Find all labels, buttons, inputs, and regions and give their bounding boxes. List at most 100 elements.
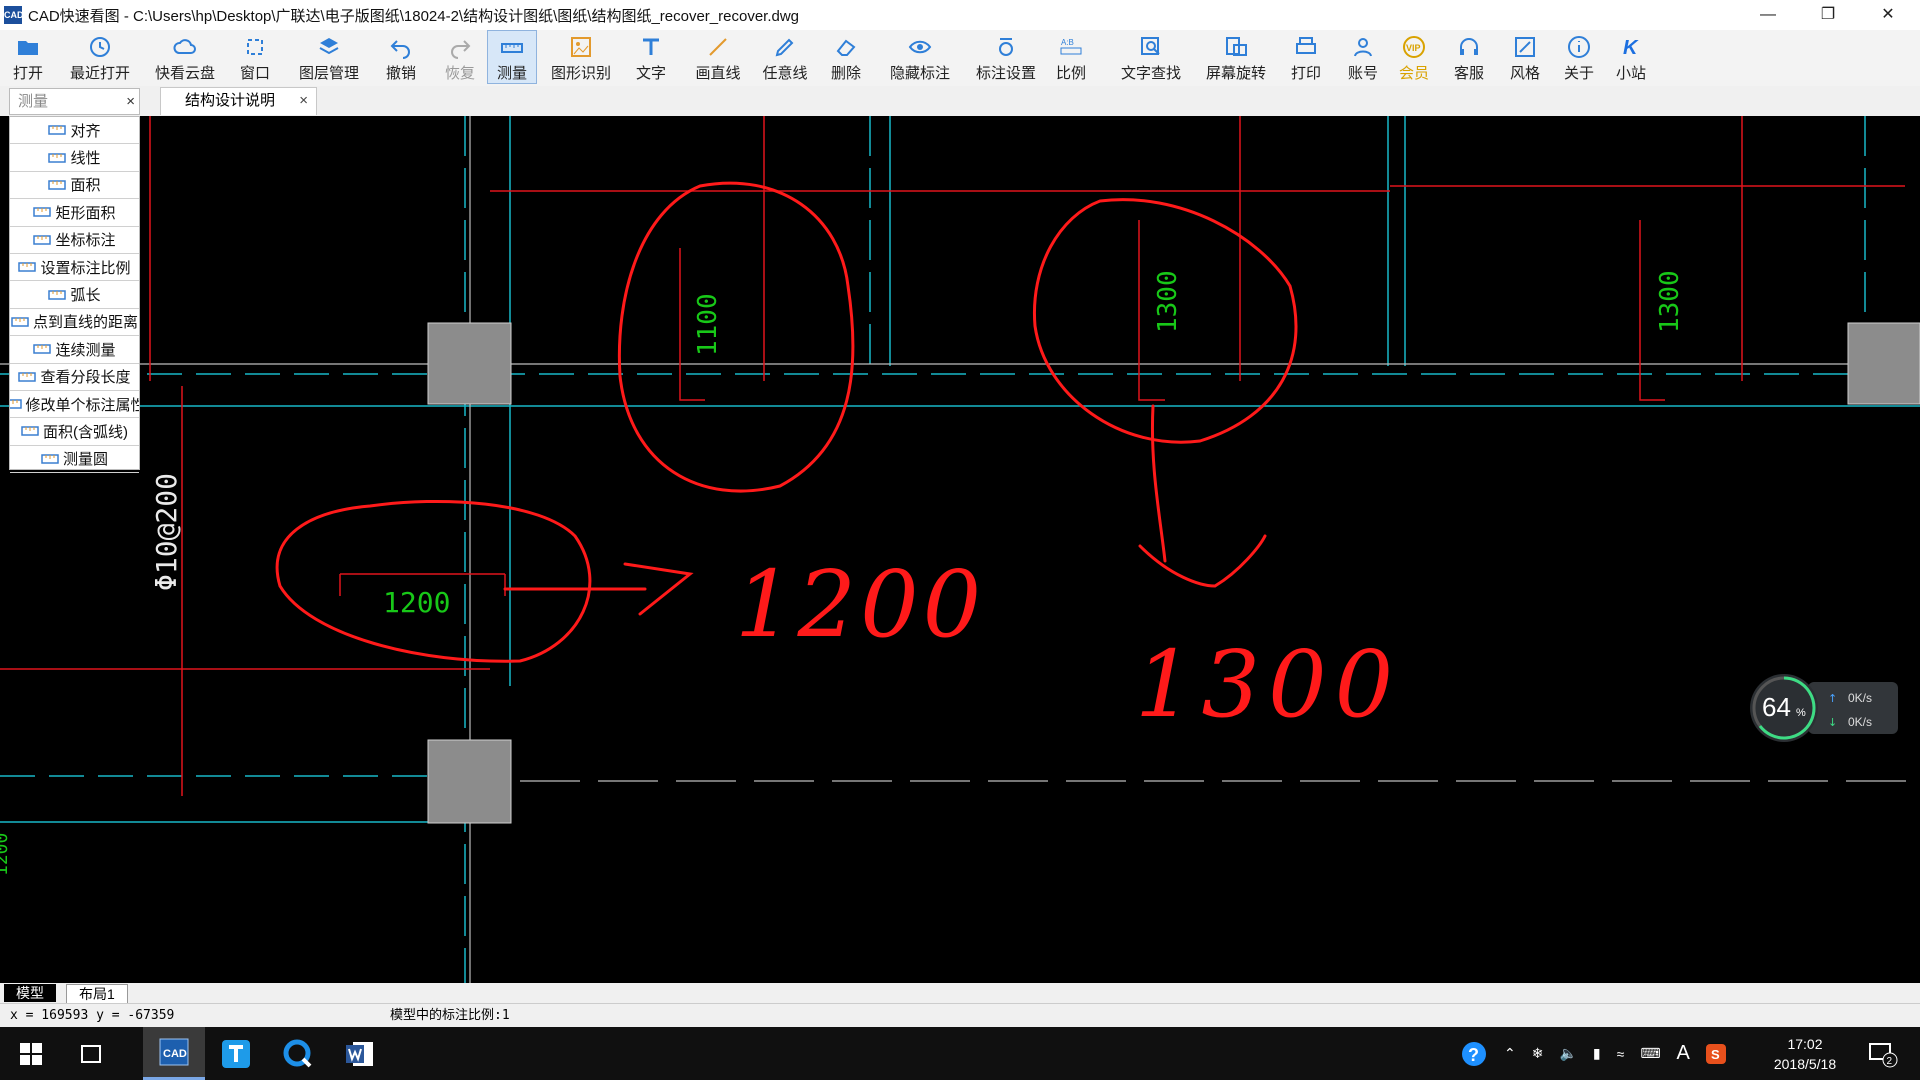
ime-indicator[interactable]: A: [1677, 1042, 1690, 1065]
toolbar-button-23[interactable]: 关于: [1555, 30, 1603, 84]
markup-arrow-right: [503, 562, 694, 616]
dim-text[interactable]: 1300: [1153, 270, 1183, 333]
layers-icon: [317, 34, 341, 60]
toolbar-button-6[interactable]: 恢复: [435, 30, 485, 84]
restore-button[interactable]: ❐: [1804, 0, 1852, 30]
minimize-button[interactable]: —: [1744, 0, 1792, 30]
user-icon: [1351, 34, 1375, 60]
measure-menu-item-7[interactable]: 点到直线的距离: [10, 309, 139, 337]
action-center-button[interactable]: 2: [1868, 1027, 1898, 1080]
measure-menu-label: 对齐: [70, 122, 101, 140]
toolbar-button-4[interactable]: 图层管理: [285, 30, 373, 84]
toolbar-label: 图形识别: [550, 65, 611, 82]
task-view-button[interactable]: [60, 1027, 122, 1080]
toolbar-button-5[interactable]: 撤销: [375, 30, 427, 84]
volume-icon[interactable]: 🔈: [1559, 1045, 1576, 1062]
toolbar-button-22[interactable]: 风格: [1500, 30, 1550, 84]
keyboard-icon[interactable]: ⌨: [1640, 1045, 1660, 1062]
help-icon[interactable]: ?: [1460, 1040, 1488, 1068]
measure-menu-item-1[interactable]: 线性: [10, 144, 139, 172]
battery-icon[interactable]: ▮: [1593, 1045, 1601, 1062]
toolbar-button-18[interactable]: 打印: [1280, 30, 1332, 84]
measure-menu-item-8[interactable]: 连续测量: [10, 336, 139, 364]
measure-menu-item-5[interactable]: 设置标注比例: [10, 254, 139, 282]
toolbar-label: 恢复: [444, 65, 475, 82]
measure-menu-label: 矩形面积: [55, 204, 116, 222]
sogou-icon[interactable]: S: [1705, 1043, 1726, 1064]
toolbar-label: 删除: [830, 65, 861, 82]
toolbar-label: 撤销: [385, 65, 416, 82]
measure-menu-item-3[interactable]: 矩形面积: [10, 199, 139, 227]
svg-text:A:B: A:B: [1061, 38, 1074, 47]
toolbar-button-8[interactable]: 图形识别: [542, 30, 620, 84]
toolbar-label: 标注设置: [975, 65, 1036, 82]
toolbar-button-1[interactable]: 最近打开: [62, 30, 138, 84]
toolbar-label: 任意线: [762, 65, 808, 82]
measure-menu-item-6[interactable]: 弧长: [10, 281, 139, 309]
handwritten-1300: 1300: [1135, 631, 1401, 738]
download-arrow-icon: ↓: [1828, 716, 1837, 729]
tab-model[interactable]: 模型: [4, 984, 56, 1002]
toolbar-label: 会员: [1398, 65, 1429, 82]
toolbar-label: 打印: [1290, 65, 1321, 82]
toolbar-button-10[interactable]: 画直线: [685, 30, 751, 84]
measure-menu-item-0[interactable]: 对齐: [10, 117, 139, 145]
toolbar-button-11[interactable]: 任意线: [755, 30, 815, 84]
layout-tabs: 模型 布局1: [0, 983, 1920, 1004]
tab-close-icon[interactable]: ×: [299, 88, 308, 114]
dim-text[interactable]: 1300: [1655, 270, 1685, 333]
measure-menu-label: 面积(含弧线): [43, 423, 128, 441]
rebar-label[interactable]: Φ10@200: [150, 473, 183, 591]
dim-text[interactable]: 1100: [693, 293, 723, 356]
taskbar-text-app[interactable]: [205, 1027, 267, 1080]
handwritten-1200: 1200: [735, 551, 985, 658]
toolbar-button-24[interactable]: K 小站: [1608, 30, 1654, 84]
toolbar-label: 文字: [635, 65, 666, 82]
taskbar-word-app[interactable]: [329, 1027, 391, 1080]
clock[interactable]: 17:02 2018/5/18: [1760, 1027, 1850, 1080]
snowflake-icon[interactable]: ❄: [1532, 1045, 1544, 1062]
measure-menu-item-11[interactable]: 面积(含弧线): [10, 418, 139, 446]
toolbar-button-14[interactable]: 标注设置: [965, 30, 1047, 84]
wifi-icon[interactable]: ≈: [1617, 1046, 1625, 1062]
measure-menu-item-4[interactable]: 坐标标注: [10, 227, 139, 254]
drawing-canvas[interactable]: 1100 1300 1300 1200 1200 Φ10@200 1200 13…: [0, 116, 1920, 983]
net-speed-widget[interactable]: 64 % ↑ ↓ 0K/s 0K/s: [1748, 672, 1898, 744]
markup-circle-1100: [617, 181, 855, 493]
close-window-button[interactable]: ✕: [1864, 0, 1912, 30]
toolbar-button-17[interactable]: 屏幕旋转: [1195, 30, 1277, 84]
toolbar-label: 文字查找: [1120, 65, 1181, 82]
measure-tool-icon: [48, 123, 67, 137]
toolbar-button-13[interactable]: 隐藏标注: [880, 30, 960, 84]
window-icon: [243, 34, 267, 60]
measure-menu-item-12[interactable]: 测量圆: [10, 446, 139, 474]
taskbar-cad-app[interactable]: CAD: [143, 1027, 205, 1080]
toolbar-button-15[interactable]: A:B 比例: [1048, 30, 1094, 84]
dim-text[interactable]: 1200: [383, 586, 450, 619]
annotation-scale-text: 模型中的标注比例:1: [390, 1008, 510, 1023]
toolbar-button-16[interactable]: 文字查找: [1110, 30, 1192, 84]
toolbar-button-21[interactable]: 客服: [1442, 30, 1496, 84]
toolbar-button-12[interactable]: 删除: [820, 30, 872, 84]
toolbar-button-19[interactable]: 账号: [1338, 30, 1388, 84]
handwritten-numbers: 1200 1300: [735, 551, 1401, 738]
tab-bar: 结构设计说明 ×: [0, 86, 1920, 117]
measure-panel-close-icon[interactable]: ×: [126, 89, 135, 114]
toolbar-button-0[interactable]: 打开: [0, 30, 56, 84]
measure-menu-item-2[interactable]: 面积: [10, 172, 139, 200]
measure-menu-item-10[interactable]: 修改单个标注属性: [10, 391, 139, 419]
measure-menu-item-9[interactable]: 查看分段长度: [10, 364, 139, 391]
tab-layout1[interactable]: 布局1: [66, 984, 128, 1004]
toolbar-button-20[interactable]: VIP 会员: [1390, 30, 1438, 84]
toolbar-button-7[interactable]: 测量: [487, 30, 537, 84]
start-button[interactable]: [0, 1027, 62, 1080]
toolbar-button-3[interactable]: 窗口: [230, 30, 280, 84]
toolbar-button-2[interactable]: 快看云盘: [145, 30, 225, 84]
measure-tool-icon: [21, 424, 39, 438]
chevron-up-icon[interactable]: ⌃: [1504, 1045, 1516, 1062]
toolbar-button-9[interactable]: 文字: [622, 30, 680, 84]
measure-menu-label: 点到直线的距离: [32, 314, 138, 332]
tab-structural-notes[interactable]: 结构设计说明 ×: [160, 87, 317, 115]
measure-panel-header[interactable]: 测量 ×: [9, 88, 140, 115]
taskbar-browser-app[interactable]: [267, 1027, 329, 1080]
